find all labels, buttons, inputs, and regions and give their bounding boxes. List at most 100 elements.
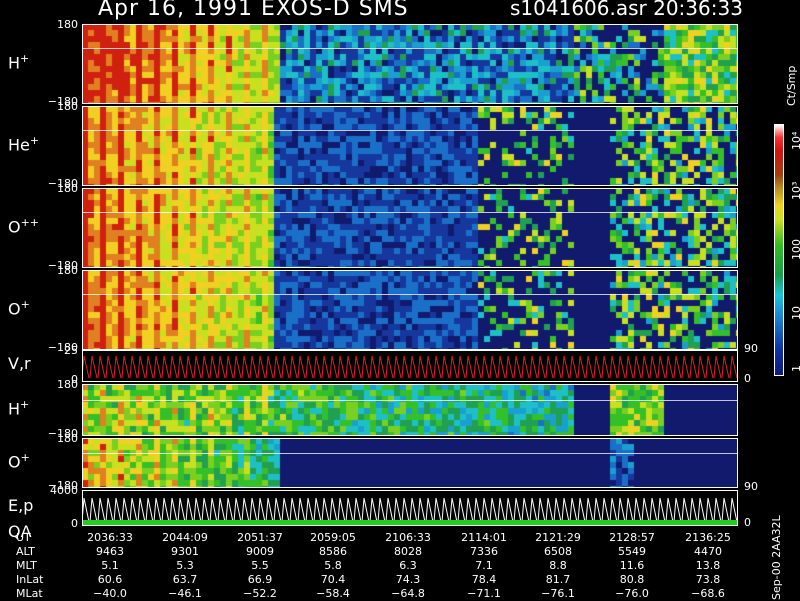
panel-3 [82,188,738,268]
panel-1 [82,24,738,104]
axis-value: 9463 [96,545,124,558]
panel-label-superscript: + [20,52,30,65]
axis-value: −76.0 [615,587,649,600]
colorbar [774,124,784,376]
axis-value: 9009 [246,545,274,558]
colorbar-tick-label: 10 [790,306,800,320]
right-tick-top: 90 [744,480,758,493]
exos-d-sms-plot: Apr 16, 1991 EXOS-D SMS s1041606.asr 20:… [0,0,800,600]
axis-row-mlt: MLT 5.1 5.3 5.5 5.8 6.3 7.1 8.8 11.6 13.8 [0,559,760,573]
axis-value: 7336 [470,545,498,558]
panel-label-main: He [8,135,30,155]
panel-label-main: O [8,299,21,319]
axis-value: 5549 [618,545,646,558]
axis-row-ut: UT 2036:33 2044:09 2051:37 2059:05 2106:33 211… [0,531,760,545]
axis-value: 8.8 [549,559,567,572]
axis-value: 2121:29 [535,531,581,544]
y-tick-top: 25 [64,344,78,357]
colorbar-tick-label: 10³ [790,181,800,200]
axis-value: 78.4 [471,573,497,586]
axis-row-mlat: MLat −40.0 −46.1 −52.2 −58.4 −64.8 −71.1 −76.1 −… [0,587,760,601]
spectrogram-2 [82,106,738,186]
spectrogram-6 [82,384,738,436]
axis-value: 81.7 [545,573,571,586]
panel-label-main: H [8,399,21,419]
panel-label-superscript: + [29,134,40,147]
y-tick-top: 180 [57,264,78,277]
side-id-label: Sep-00 2AA32L [770,515,783,600]
right-tick-top: 90 [744,342,758,355]
axis-value: 2036:33 [87,531,133,544]
plot-title: Apr 16, 1991 EXOS-D SMS [98,0,409,21]
colorbar-unit: Ct/Smp [785,65,798,106]
axis-row-alt: ALT 9463 9301 9009 8586 8028 7336 6508 5549 4470 [0,545,760,559]
axis-value: −52.2 [243,587,277,600]
axis-row-label: InLat [16,573,44,586]
spectrogram-3 [82,188,738,268]
reference-line [82,48,738,49]
axis-value: 60.6 [97,573,123,586]
axis-value: 2128:57 [609,531,655,544]
axis-value: 2051:37 [237,531,283,544]
axis-value: 13.8 [695,559,721,572]
axis-value: −64.8 [391,587,425,600]
right-tick-bottom: 0 [744,372,751,385]
y-tick-top: 4000 [50,484,78,497]
panel-2 [82,106,738,186]
panel-label: He+ [8,134,39,154]
axis-value: 8028 [394,545,422,558]
axis-value: 63.7 [172,573,198,586]
axis-value: −68.6 [691,587,725,600]
axis-value: 70.4 [320,573,346,586]
title-bar: Apr 16, 1991 EXOS-D SMS s1041606.asr 20:… [0,0,800,24]
panel-label: H+ [8,52,29,72]
panel-7 [82,438,738,488]
axis-value: −58.4 [316,587,350,600]
energy-qa-trace [82,490,738,526]
velocity-trace [82,350,738,382]
axis-value: 8586 [319,545,347,558]
qa-bar [82,520,738,525]
axis-value: 5.5 [251,559,269,572]
axis-value: 11.6 [619,559,645,572]
time-axis-table: UT 2036:33 2044:09 2051:37 2059:05 2106:33 211… [0,528,800,600]
panel-label-main: O [8,452,21,472]
axis-value: 2044:09 [162,531,208,544]
panel-label-superscript: ++ [20,216,40,229]
axis-row-inlat: InLat 60.6 63.7 66.9 70.4 74.3 78.4 81.7 80.8 73.… [0,573,760,587]
panel-label-main: V,r [8,354,31,373]
panel-5 [82,350,738,382]
panel-6 [82,384,738,436]
y-tick-top: 180 [57,100,78,113]
panel-label: H+ [8,398,29,418]
axis-value: 73.8 [695,573,721,586]
axis-value: 5.8 [324,559,342,572]
axis-row-label: MLT [16,559,37,572]
axis-value: 74.3 [395,573,421,586]
axis-row-label: ALT [16,545,35,558]
axis-value: −76.1 [541,587,575,600]
panel-label-main: O [8,217,21,237]
panel-label-main: H [8,53,21,73]
panel-label: E,p [8,496,33,515]
axis-value: 9301 [171,545,199,558]
file-time-label: s1041606.asr 20:36:33 [510,0,743,20]
axis-value: 5.3 [176,559,194,572]
axis-value: 2106:33 [385,531,431,544]
axis-value: 2136:25 [685,531,731,544]
axis-value: 7.1 [475,559,493,572]
panel-4 [82,270,738,350]
axis-row-label: MLat [16,587,43,600]
y-tick-top: 180 [57,378,78,391]
panel-label: V,r [8,354,31,373]
y-tick-top: 180 [57,182,78,195]
axis-value: 6.3 [399,559,417,572]
axis-value: 5.1 [101,559,119,572]
panel-8 [82,490,738,526]
axis-value: 80.8 [619,573,645,586]
colorbar-tick-label: 100 [790,239,800,260]
colorbar-tick-label: 1 [790,365,800,372]
y-tick-top: 180 [57,18,78,31]
axis-value: −71.1 [467,587,501,600]
reference-line [82,453,738,454]
